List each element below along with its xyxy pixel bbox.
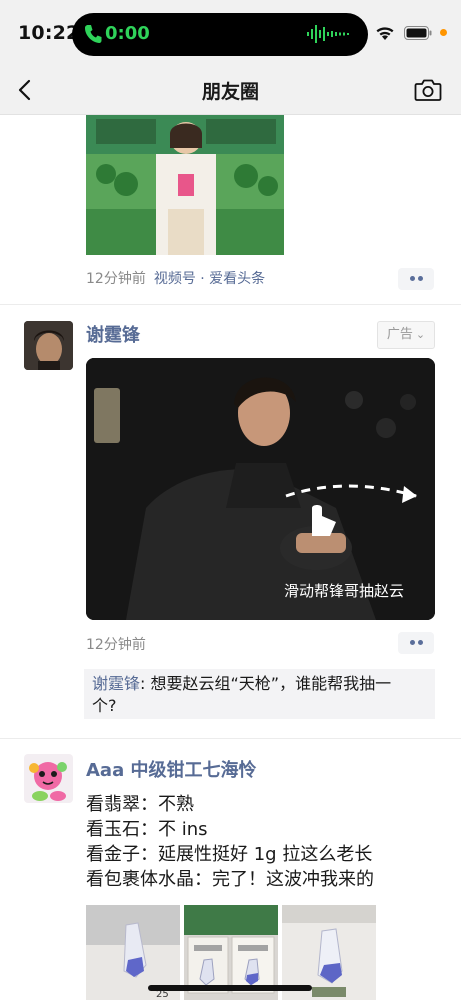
dot-icon bbox=[418, 276, 423, 281]
post-text-line: 看翡翠：不熟 bbox=[86, 794, 194, 815]
ad-video[interactable]: 滑动帮锋哥抽赵云 bbox=[86, 358, 435, 620]
post-meta: 12分钟前 视频号 · 爱看头条 bbox=[86, 268, 265, 288]
post-time: 12分钟前 bbox=[86, 271, 146, 287]
poster-name[interactable]: 谢霆锋 bbox=[86, 321, 140, 347]
waveform-icon bbox=[307, 25, 349, 43]
post-text-line: 看玉石：不 ins bbox=[86, 819, 208, 840]
comment-box: 谢霆锋: 想要赵云组“天枪”，谁能帮我抽一 个? bbox=[84, 669, 435, 719]
avatar[interactable] bbox=[24, 321, 73, 370]
call-duration: 0:00 bbox=[105, 23, 150, 44]
dot-icon bbox=[418, 640, 423, 645]
poster-name[interactable]: Aaa 中级钳工七海怜 bbox=[86, 756, 257, 782]
page-title: 朋友圈 bbox=[201, 81, 259, 103]
nav-bar: 朋友圈 bbox=[0, 68, 461, 115]
post-divider bbox=[0, 304, 461, 305]
privacy-indicator-dot bbox=[440, 29, 447, 36]
wifi-icon bbox=[376, 27, 394, 40]
post-divider bbox=[0, 738, 461, 739]
comment-line: 谢霆锋: 想要赵云组“天枪”，谁能帮我抽一 bbox=[92, 673, 427, 695]
post-meta: 12分钟前 bbox=[86, 634, 146, 654]
comment-author[interactable]: 谢霆锋 bbox=[92, 674, 140, 693]
ad-label: 广告 bbox=[386, 327, 413, 342]
post-time: 12分钟前 bbox=[86, 637, 146, 653]
post-text-line: 看包裹体水晶：完了！这波冲我来的 bbox=[86, 869, 374, 890]
post-text-line: 看金子：延展性挺好 1g 拉这么老长 bbox=[86, 844, 373, 865]
chevron-down-icon: ⌄ bbox=[415, 328, 426, 341]
avatar[interactable] bbox=[24, 754, 73, 803]
video-caption: 滑动帮锋哥抽赵云 bbox=[284, 582, 405, 600]
post-video-thumbnail[interactable] bbox=[86, 114, 284, 255]
camera-icon[interactable] bbox=[414, 77, 442, 103]
phone-icon bbox=[85, 25, 102, 43]
dot-icon bbox=[410, 276, 415, 281]
battery-icon bbox=[404, 26, 432, 40]
status-bar: 10:22 0:00 bbox=[0, 0, 461, 68]
more-options-button[interactable] bbox=[398, 632, 434, 654]
ad-badge[interactable]: 广告 ⌄ bbox=[377, 321, 435, 349]
more-options-button[interactable] bbox=[398, 268, 434, 290]
comment-text: : 想要赵云组“天枪”，谁能帮我抽一 bbox=[140, 674, 392, 693]
comment-text-continued: 个? bbox=[92, 696, 117, 715]
dynamic-island-call[interactable]: 0:00 bbox=[72, 13, 368, 56]
status-time: 10:22 bbox=[18, 22, 80, 44]
moments-feed[interactable]: 12分钟前 视频号 · 爱看头条 谢霆锋 广告 ⌄ 滑动帮锋哥抽赵云 12分钟前… bbox=[0, 114, 461, 1000]
home-indicator[interactable] bbox=[148, 985, 312, 991]
dot-icon bbox=[410, 640, 415, 645]
post-source-link[interactable]: 视频号 · 爱看头条 bbox=[154, 271, 265, 287]
